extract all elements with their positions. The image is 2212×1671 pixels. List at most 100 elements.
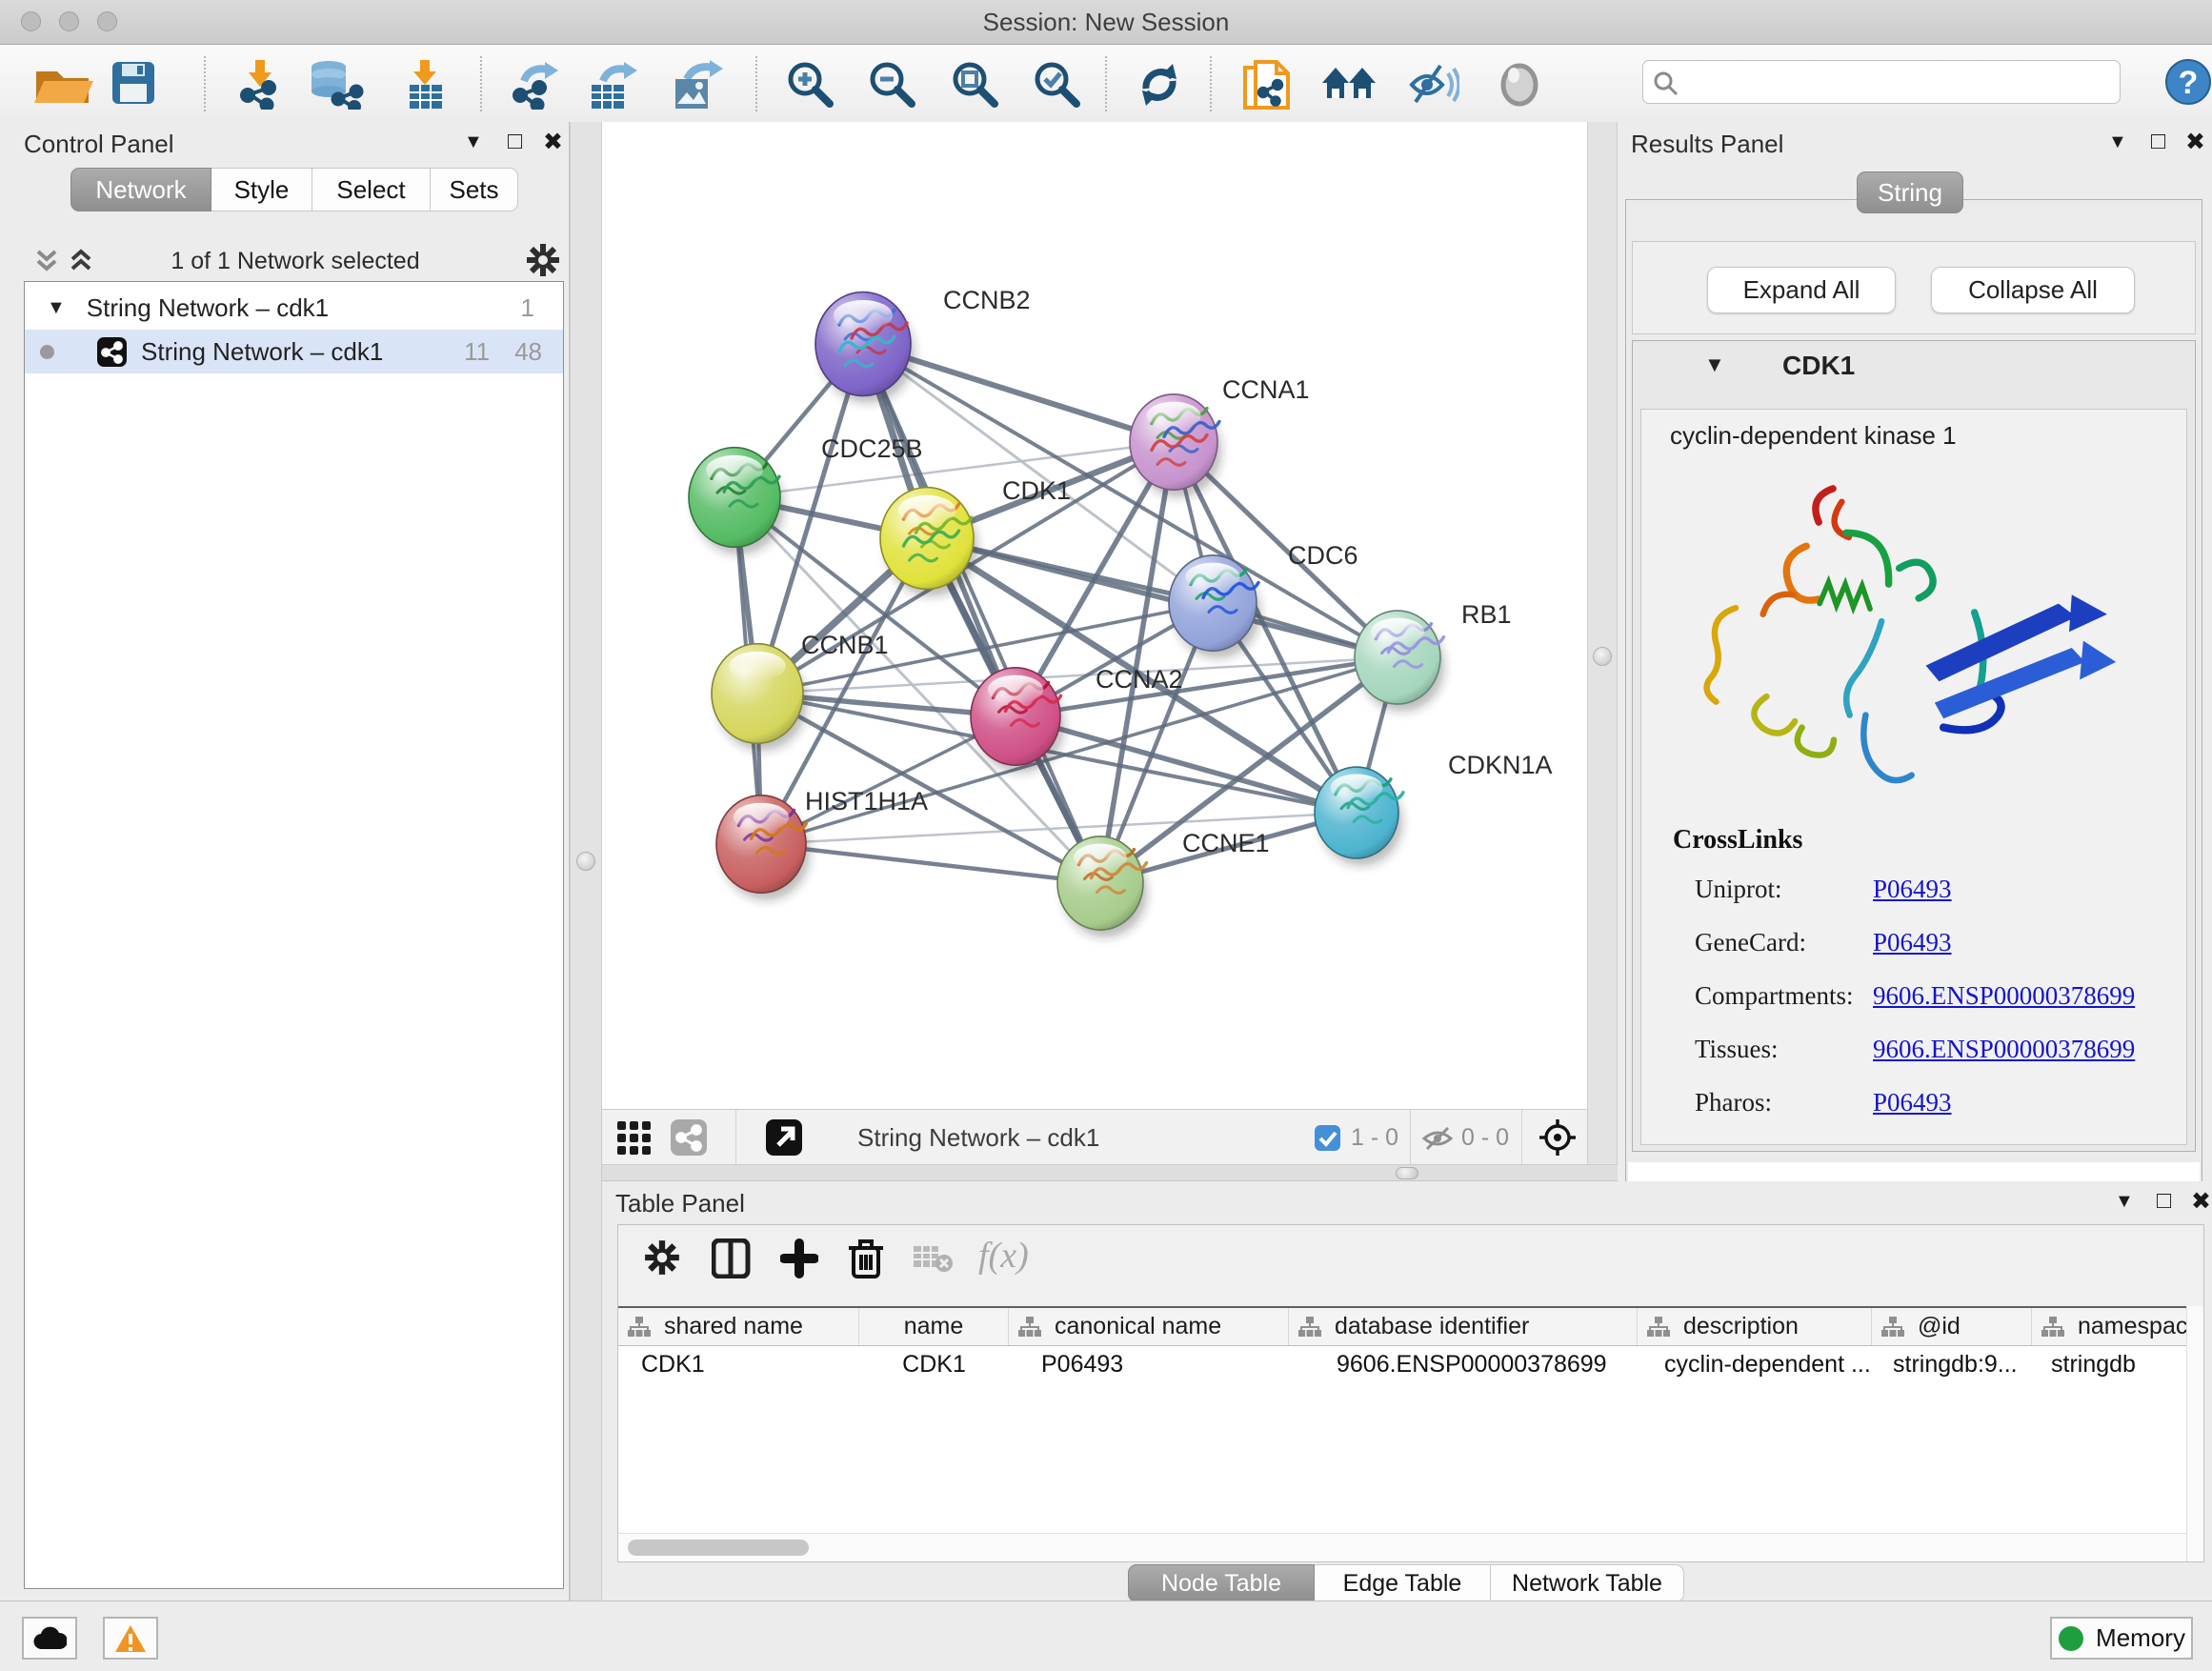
results-panel-close-icon[interactable]: ✖ xyxy=(2185,128,2205,156)
column-header-database-identifier[interactable]: database identifier xyxy=(1289,1308,1638,1345)
string-view-icon[interactable] xyxy=(671,1119,707,1156)
import-table-file-icon[interactable] xyxy=(400,60,452,108)
table-hscrollbar[interactable] xyxy=(618,1533,2186,1561)
network-edge-CCNA2-CDKN1A[interactable] xyxy=(1016,716,1357,813)
results-panel-float-icon[interactable]: □ xyxy=(2151,128,2165,155)
tab-network[interactable]: Network xyxy=(70,168,211,211)
crosslink-link[interactable]: 9606.ENSP00000378699 xyxy=(1873,981,2135,1011)
title-bar: Session: New Session xyxy=(0,0,2212,45)
home-networks-icon[interactable] xyxy=(1320,60,1379,108)
grid-view-icon[interactable] xyxy=(617,1121,652,1156)
search-input[interactable] xyxy=(1685,65,2108,99)
cell-id[interactable]: stringdb:9... xyxy=(1872,1346,2032,1382)
table-panel-menu-icon[interactable]: ▼ xyxy=(2115,1191,2134,1213)
zoom-in-icon[interactable] xyxy=(786,60,837,108)
right-splitter-handle[interactable] xyxy=(1593,647,1612,666)
table-hscrollbar-thumb[interactable] xyxy=(628,1540,809,1556)
export-table-icon[interactable] xyxy=(586,60,639,108)
network-options-gear-icon[interactable] xyxy=(525,242,561,278)
save-session-icon[interactable] xyxy=(111,60,156,108)
network-canvas[interactable]: CCNB2CCNA1CDC25BCDK1CDC6RB1CCNB1CCNA2CDK… xyxy=(602,122,1587,1109)
network-edge-RB1-CCNA2[interactable] xyxy=(1016,657,1398,716)
left-splitter-handle[interactable] xyxy=(576,852,595,871)
birds-eye-crosshair-icon[interactable] xyxy=(1538,1117,1578,1158)
open-session-icon[interactable] xyxy=(32,60,95,108)
cell-namespace[interactable]: stringdb xyxy=(2032,1346,2186,1382)
tab-network-table[interactable]: Network Table xyxy=(1491,1564,1684,1602)
table-panel-close-icon[interactable]: ✖ xyxy=(2191,1187,2211,1216)
delete-column-icon[interactable] xyxy=(847,1238,885,1280)
network-node-CCNA1[interactable] xyxy=(1130,394,1221,497)
network-node-CCNA2[interactable] xyxy=(971,668,1064,773)
collapse-all-networks-icon[interactable] xyxy=(34,246,59,274)
network-node-CCNE1[interactable] xyxy=(1057,836,1147,937)
column-header-shared-name[interactable]: shared name xyxy=(618,1308,859,1345)
export-image-icon[interactable] xyxy=(668,60,723,108)
zoom-fit-icon[interactable] xyxy=(951,60,1002,108)
table-panel-float-icon[interactable]: □ xyxy=(2157,1187,2171,1215)
collection-expander-icon[interactable]: ▼ xyxy=(47,297,66,319)
tab-edge-table[interactable]: Edge Table xyxy=(1315,1564,1491,1602)
control-panel-float-icon[interactable]: □ xyxy=(508,128,522,155)
duplicate-network-icon[interactable] xyxy=(1242,60,1296,108)
table-gear-icon[interactable] xyxy=(643,1238,681,1277)
show-columns-icon[interactable] xyxy=(712,1238,752,1278)
memory-button[interactable]: Memory xyxy=(2050,1617,2193,1660)
column-header-namespace[interactable]: namespace xyxy=(2032,1308,2186,1345)
network-node-CDK1[interactable] xyxy=(880,488,977,596)
tab-style[interactable]: Style xyxy=(211,168,312,211)
table-vscrollbar[interactable] xyxy=(2186,1306,2203,1561)
expand-all-button[interactable]: Expand All xyxy=(1707,267,1896,313)
import-network-database-icon[interactable] xyxy=(308,60,365,108)
crosslink-link[interactable]: P06493 xyxy=(1873,875,1952,904)
crosslink-link[interactable]: 9606.ENSP00000378699 xyxy=(1873,1035,2135,1064)
network-node-CDKN1A[interactable] xyxy=(1315,767,1403,866)
column-header-name[interactable]: name xyxy=(859,1308,1009,1345)
cell-shared-name[interactable]: CDK1 xyxy=(618,1346,859,1382)
tab-string[interactable]: String xyxy=(1857,171,1963,213)
cell-database-identifier[interactable]: 9606.ENSP00000378699 xyxy=(1289,1346,1638,1382)
results-panel-menu-icon[interactable]: ▼ xyxy=(2108,131,2127,153)
refresh-icon[interactable] xyxy=(1135,60,1184,108)
cloud-status-button[interactable] xyxy=(22,1617,77,1660)
network-node-HIST1H1A[interactable] xyxy=(716,795,810,900)
export-network-icon[interactable] xyxy=(511,60,562,108)
expand-all-networks-icon[interactable] xyxy=(69,246,93,274)
hide-unhide-icon[interactable] xyxy=(1406,60,1459,108)
network-collection-row[interactable]: ▼ String Network – cdk1 1 xyxy=(25,286,563,330)
tab-select[interactable]: Select xyxy=(312,168,431,211)
crosslink-link[interactable]: P06493 xyxy=(1873,1088,1952,1117)
search-field[interactable] xyxy=(1642,60,2121,104)
tab-node-table[interactable]: Node Table xyxy=(1128,1564,1315,1602)
add-column-icon[interactable] xyxy=(780,1238,818,1278)
cell-canonical-name[interactable]: P06493 xyxy=(1009,1346,1289,1382)
zoom-out-icon[interactable] xyxy=(868,60,919,108)
control-panel-menu-icon[interactable]: ▼ xyxy=(464,131,483,153)
hidden-eye-icon[interactable] xyxy=(1421,1125,1454,1152)
help-icon[interactable]: ? xyxy=(2163,57,2212,105)
network-edge-CCNE1-HIST1H1A[interactable] xyxy=(761,844,1100,883)
network-node-CDC6[interactable] xyxy=(1169,555,1260,658)
selected-checkbox-icon[interactable] xyxy=(1315,1125,1340,1151)
column-header-id[interactable]: @id xyxy=(1872,1308,2032,1345)
control-panel-close-icon[interactable]: ✖ xyxy=(543,128,563,156)
network-node-CDC25B[interactable] xyxy=(689,448,784,554)
cell-description[interactable]: cyclin-dependent ... xyxy=(1638,1346,1872,1382)
import-network-file-icon[interactable] xyxy=(236,60,286,108)
warning-status-button[interactable] xyxy=(103,1617,158,1660)
table-row[interactable]: CDK1 CDK1 P06493 9606.ENSP00000378699 cy… xyxy=(618,1346,2186,1382)
zoom-selected-icon[interactable] xyxy=(1033,60,1084,108)
column-header-description[interactable]: description xyxy=(1638,1308,1872,1345)
gene-section-expander-icon[interactable]: ▼ xyxy=(1704,352,1725,377)
right-splitter[interactable] xyxy=(1587,122,1618,1164)
open-in-window-icon[interactable] xyxy=(766,1119,802,1156)
bottom-splitter-handle[interactable] xyxy=(1396,1167,1418,1179)
network-row[interactable]: String Network – cdk1 11 48 xyxy=(25,330,563,373)
tab-sets[interactable]: Sets xyxy=(431,168,518,211)
left-splitter[interactable] xyxy=(570,122,602,1601)
column-header-canonical-name[interactable]: canonical name xyxy=(1009,1308,1289,1345)
crosslink-link[interactable]: P06493 xyxy=(1873,928,1952,957)
cell-name[interactable]: CDK1 xyxy=(859,1346,1009,1382)
network-node-RB1[interactable] xyxy=(1355,611,1444,712)
collapse-all-button[interactable]: Collapse All xyxy=(1931,267,2135,313)
